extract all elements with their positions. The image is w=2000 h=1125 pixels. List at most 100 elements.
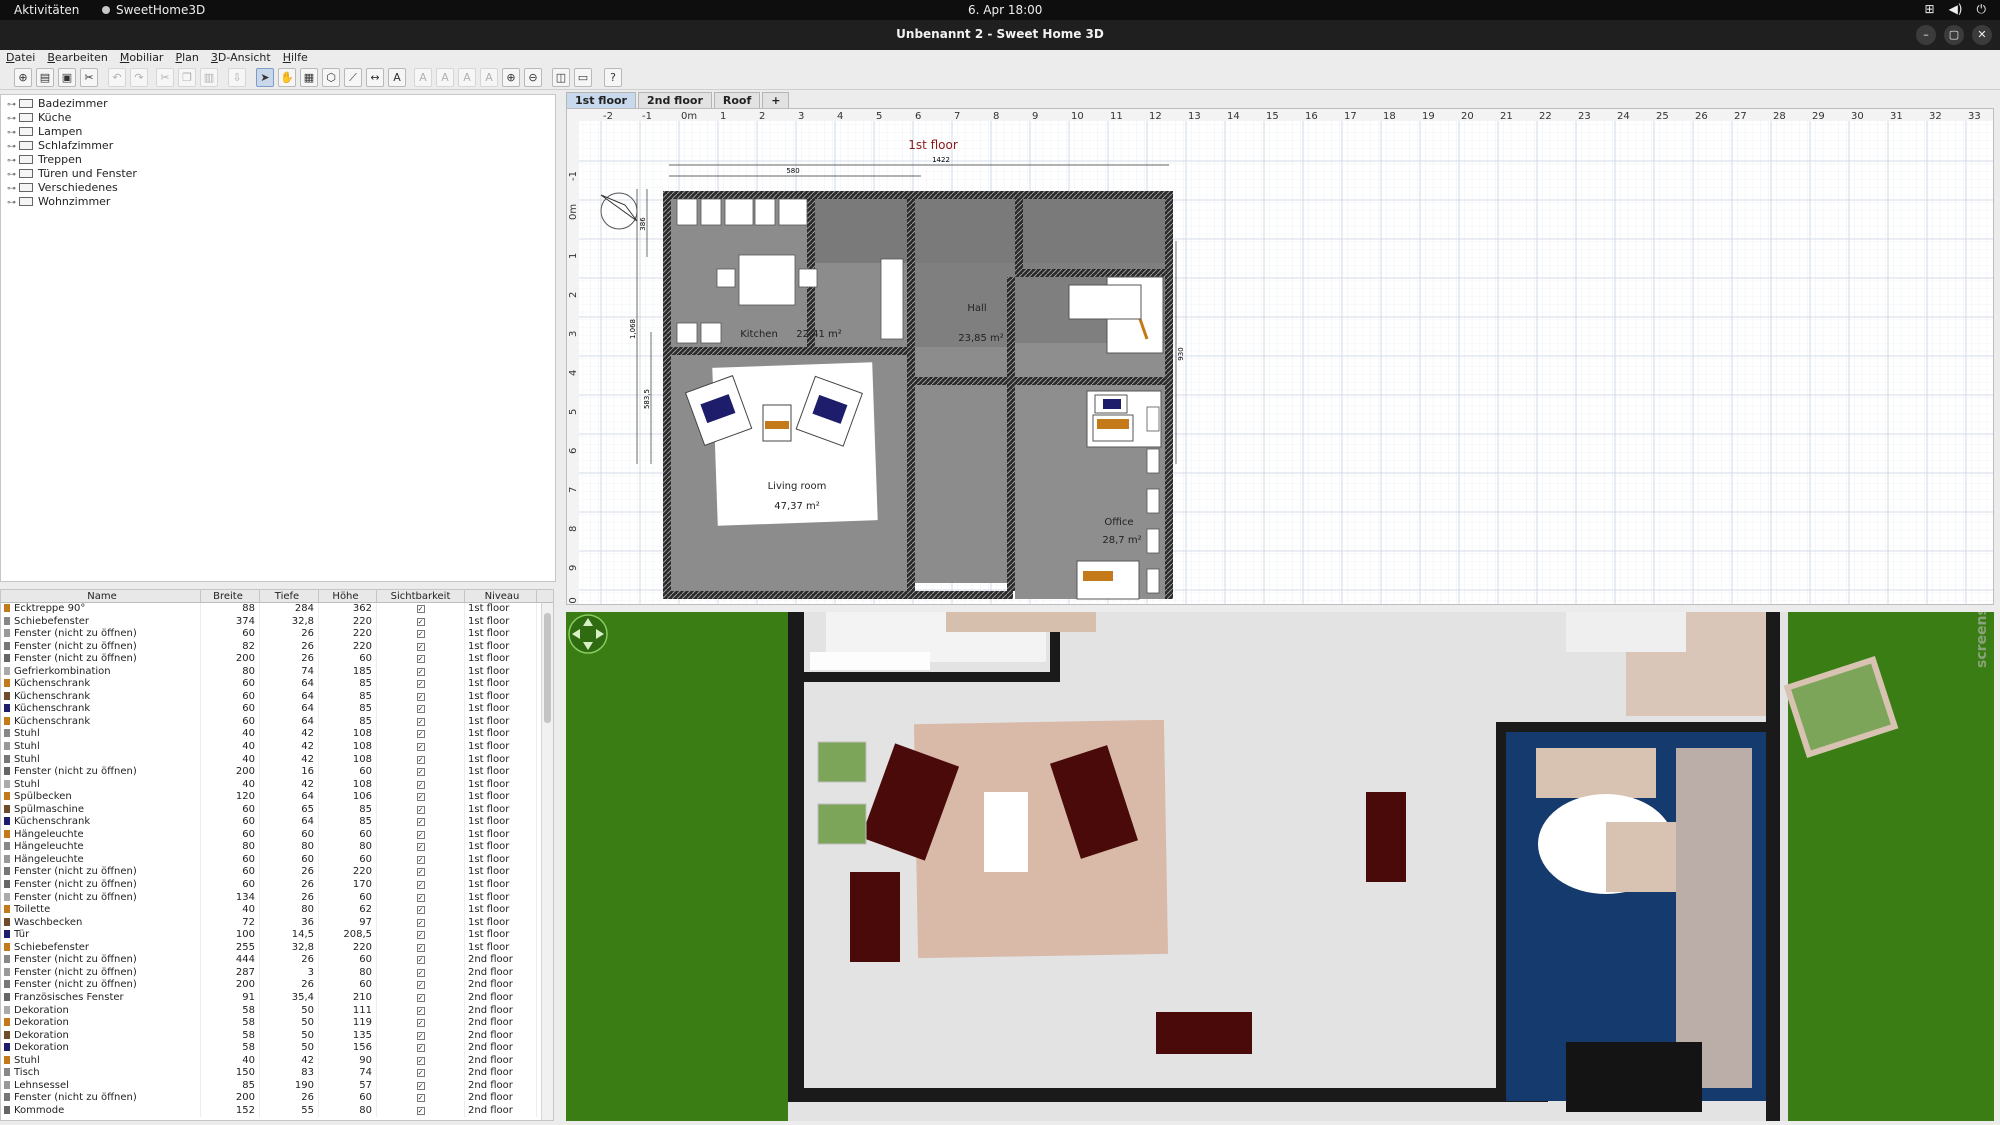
menu-hilfe[interactable]: Hilfe [277, 50, 314, 65]
create-dimensions-icon[interactable]: ↔ [366, 68, 384, 87]
visibility-checkbox[interactable]: ✓ [416, 692, 425, 701]
column-height[interactable]: Höhe [319, 590, 377, 602]
cut-icon[interactable]: ✂ [156, 68, 174, 87]
table-row[interactable]: Fenster (nicht zu öffnen) 200 26 60 ✓ 2nd flo… [1, 1092, 553, 1105]
table-row[interactable]: Dekoration 58 50 156 ✓ 2nd floor [1, 1042, 553, 1055]
catalog-category[interactable]: ⊶ Türen und Fenster [1, 167, 555, 181]
add-text-icon[interactable]: A [388, 68, 406, 87]
scroll-thumb[interactable] [544, 613, 551, 723]
visibility-checkbox[interactable]: ✓ [416, 630, 425, 639]
room-name-hall[interactable]: Hall [967, 303, 986, 314]
visibility-checkbox[interactable]: ✓ [416, 617, 425, 626]
visibility-checkbox[interactable]: ✓ [416, 805, 425, 814]
add-level-button[interactable]: + [762, 92, 790, 108]
open-icon[interactable]: ▤ [36, 68, 54, 87]
menu-3d-ansicht[interactable]: 3D-Ansicht [205, 50, 277, 65]
catalog-category[interactable]: ⊶ Badezimmer [1, 97, 555, 111]
system-tray[interactable]: ⊞ ◀) ⏻ [1925, 2, 1986, 17]
visibility-checkbox[interactable]: ✓ [416, 918, 425, 927]
table-row[interactable]: Lehnsessel 85 190 57 ✓ 2nd floor [1, 1079, 553, 1093]
table-row[interactable]: Dekoration 58 50 135 ✓ 2nd floor [1, 1029, 553, 1043]
table-row[interactable]: Küchenschrank 60 64 85 ✓ 1st floor [1, 690, 553, 704]
room-name-living-room[interactable]: Living room [768, 481, 827, 492]
table-row[interactable]: Schiebefenster 374 32,8 220 ✓ 1st floor [1, 615, 553, 629]
table-row[interactable]: Fenster (nicht zu öffnen) 200 26 60 ✓ 1st flo… [1, 653, 553, 666]
table-row[interactable]: Hängeleuchte 60 60 60 ✓ 1st floor [1, 828, 553, 842]
visibility-checkbox[interactable]: ✓ [416, 1031, 425, 1040]
table-row[interactable]: Tür 100 14,5 208,5 ✓ 1st floor [1, 929, 553, 942]
text-style-2-icon[interactable]: A [436, 68, 454, 87]
menu-datei[interactable]: Datei [0, 50, 41, 65]
expand-icon[interactable]: ⊶ [7, 140, 19, 154]
menu-mobiliar[interactable]: Mobiliar [114, 50, 170, 65]
table-row[interactable]: Fenster (nicht zu öffnen) 60 26 170 ✓ 1st flo… [1, 879, 553, 892]
visibility-checkbox[interactable]: ✓ [416, 1044, 425, 1053]
visibility-checkbox[interactable]: ✓ [416, 830, 425, 839]
expand-icon[interactable]: ⊶ [7, 112, 19, 126]
zoom-out-icon[interactable]: ⊖ [524, 68, 542, 87]
visibility-checkbox[interactable]: ✓ [416, 743, 425, 752]
table-row[interactable]: Fenster (nicht zu öffnen) 200 26 60 ✓ 2nd flo… [1, 979, 553, 992]
table-row[interactable]: Fenster (nicht zu öffnen) 60 26 220 ✓ 1st flo… [1, 628, 553, 641]
expand-icon[interactable]: ⊶ [7, 182, 19, 196]
visibility-checkbox[interactable]: ✓ [416, 717, 425, 726]
table-row[interactable]: Französisches Fenster 91 35,4 210 ✓ 2nd floor [1, 991, 553, 1005]
paste-icon[interactable]: ▥ [200, 68, 218, 87]
redo-icon[interactable]: ↷ [130, 68, 148, 87]
visibility-checkbox[interactable]: ✓ [416, 605, 425, 613]
plan-view[interactable]: -2 -1 0m 1 2 3 4 5 6 7 8 9 10 11 12 13 14 15 16 17 18 19 20 21 2… [566, 108, 1994, 605]
table-row[interactable]: Stuhl 40 42 108 ✓ 1st floor [1, 741, 553, 754]
table-row[interactable]: Toilette 40 80 62 ✓ 1st floor [1, 904, 553, 917]
visibility-checkbox[interactable]: ✓ [416, 855, 425, 864]
visibility-checkbox[interactable]: ✓ [416, 843, 425, 852]
expand-icon[interactable]: ⊶ [7, 154, 19, 168]
zoom-in-icon[interactable]: ⊕ [502, 68, 520, 87]
help-icon[interactable]: ? [604, 68, 622, 87]
visibility-checkbox[interactable]: ✓ [416, 1069, 425, 1078]
column-name[interactable]: Name [1, 590, 201, 602]
create-video-icon[interactable]: ▭ [574, 68, 592, 87]
visibility-checkbox[interactable]: ✓ [416, 1081, 425, 1090]
visibility-checkbox[interactable]: ✓ [416, 655, 425, 664]
create-walls-icon[interactable]: ▦ [300, 68, 318, 87]
catalog-category[interactable]: ⊶ Treppen [1, 153, 555, 167]
visibility-checkbox[interactable]: ✓ [416, 667, 425, 676]
visibility-checkbox[interactable]: ✓ [416, 968, 425, 977]
visibility-checkbox[interactable]: ✓ [416, 1094, 425, 1103]
visibility-checkbox[interactable]: ✓ [416, 1056, 425, 1065]
table-row[interactable]: Fenster (nicht zu öffnen) 287 3 80 ✓ 2nd floo… [1, 966, 553, 980]
furniture-catalog-tree[interactable]: ⊶ Badezimmer ⊶ Küche ⊶ Lampen ⊶ Schlafzimmer… [0, 94, 556, 582]
create-photo-icon[interactable]: ◫ [552, 68, 570, 87]
italic-icon[interactable]: A [480, 68, 498, 87]
clock[interactable]: 6. Apr 18:00 [968, 3, 1042, 17]
visibility-checkbox[interactable]: ✓ [416, 642, 425, 651]
bathroom-fixtures[interactable] [1068, 284, 1142, 320]
table-row[interactable]: Tisch 150 83 74 ✓ 2nd floor [1, 1067, 553, 1080]
table-row[interactable]: Dekoration 58 50 111 ✓ 2nd floor [1, 1004, 553, 1018]
table-row[interactable]: Waschbecken 72 36 97 ✓ 1st floor [1, 916, 553, 930]
catalog-category[interactable]: ⊶ Küche [1, 111, 555, 125]
tab-1st-floor[interactable]: 1st floor [566, 92, 636, 108]
new-home-icon[interactable]: ⊕ [14, 68, 32, 87]
column-visibility[interactable]: Sichtbarkeit [377, 590, 465, 602]
room-name-office[interactable]: Office [1104, 517, 1133, 528]
visibility-checkbox[interactable]: ✓ [416, 993, 425, 1002]
expand-icon[interactable]: ⊶ [7, 196, 19, 210]
maximize-button[interactable]: ▢ [1944, 25, 1964, 45]
table-row[interactable]: Ecktreppe 90° 88 284 362 ✓ 1st floor [1, 603, 553, 616]
tab-2nd-floor[interactable]: 2nd floor [637, 92, 712, 108]
furniture-table[interactable]: Name Breite Tiefe Höhe Sichtbarkeit Nive… [0, 589, 554, 1121]
table-row[interactable]: Küchenschrank 60 64 85 ✓ 1st floor [1, 703, 553, 716]
table-row[interactable]: Fenster (nicht zu öffnen) 134 26 60 ✓ 1st flo… [1, 891, 553, 905]
add-furniture-icon[interactable]: ⇩ [228, 68, 246, 87]
room-name-kitchen[interactable]: Kitchen [740, 329, 778, 340]
minimize-button[interactable]: – [1916, 25, 1936, 45]
bold-icon[interactable]: A [458, 68, 476, 87]
table-row[interactable]: Gefrierkombination 80 74 185 ✓ 1st floor [1, 665, 553, 679]
expand-icon[interactable]: ⊶ [7, 98, 19, 112]
app-menu[interactable]: SweetHome3D [102, 3, 205, 17]
table-row[interactable]: Stuhl 40 42 108 ✓ 1st floor [1, 778, 553, 792]
table-row[interactable]: Küchenschrank 60 64 85 ✓ 1st floor [1, 715, 553, 729]
visibility-checkbox[interactable]: ✓ [416, 893, 425, 902]
visibility-checkbox[interactable]: ✓ [416, 881, 425, 890]
